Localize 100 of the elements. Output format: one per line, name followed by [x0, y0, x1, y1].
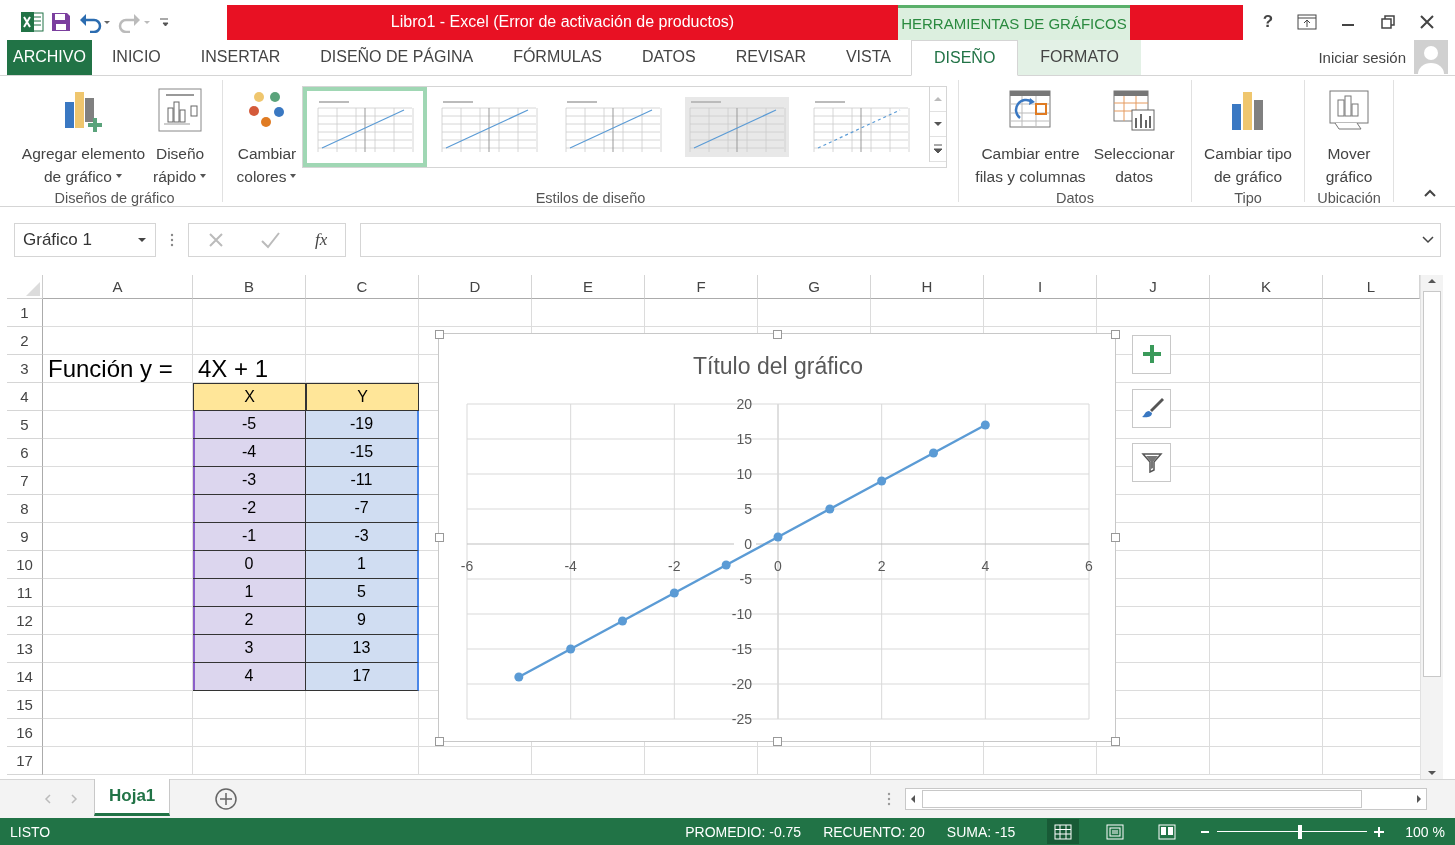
view-button[interactable] [1047, 819, 1080, 844]
help-button[interactable]: ? [1262, 12, 1274, 33]
ribbon-tab[interactable]: FÓRMULAS [493, 39, 623, 75]
chart-styles-button[interactable] [1132, 388, 1171, 428]
scrollbar-thumb[interactable] [1423, 290, 1441, 678]
data-point[interactable] [929, 448, 938, 458]
chart-style-option[interactable] [303, 86, 428, 167]
ribbon-tab[interactable]: FORMATO [1018, 39, 1141, 75]
zoom-in-icon[interactable] [1373, 825, 1386, 838]
avatar-icon[interactable] [1414, 40, 1448, 75]
column-header[interactable]: F [645, 274, 758, 299]
resize-handle[interactable] [1111, 533, 1120, 543]
insert-function-button[interactable]: fx [315, 229, 328, 250]
resize-handle[interactable] [773, 736, 782, 746]
splitter-icon[interactable] [887, 792, 891, 807]
ribbon-button[interactable]: Cambiar tipo de gráfico [1201, 79, 1295, 190]
row-header[interactable]: 10 [7, 550, 43, 579]
row-header[interactable]: 9 [7, 522, 43, 551]
data-point[interactable] [618, 616, 627, 626]
next-sheet-icon[interactable] [68, 793, 80, 806]
ribbon-tab[interactable]: INICIO [91, 39, 181, 75]
chart-elements-button[interactable] [1132, 334, 1171, 374]
data-point[interactable] [980, 420, 990, 430]
row-header[interactable]: 15 [7, 690, 43, 719]
ribbon-tab[interactable]: INSERTAR [180, 39, 301, 75]
ribbon-button[interactable]: Seleccionar datos [1090, 79, 1178, 190]
expand-icon[interactable] [1422, 235, 1434, 244]
sign-in-link[interactable]: Iniciar sesión [1318, 39, 1406, 75]
previous-sheet-icon[interactable] [42, 793, 54, 806]
column-header[interactable]: I [984, 274, 1097, 299]
resize-handle[interactable] [1111, 329, 1120, 339]
column-header[interactable]: K [1210, 274, 1323, 299]
ribbon-button[interactable]: Diseño rápido [150, 79, 211, 190]
row-header[interactable]: 6 [7, 438, 43, 467]
sheet-tab[interactable]: Hoja1 [94, 779, 171, 817]
row-header[interactable]: 12 [7, 606, 43, 635]
resize-handle[interactable] [773, 329, 782, 339]
row-header[interactable]: 1 [7, 298, 43, 327]
column-header[interactable]: C [306, 274, 419, 299]
row-header[interactable]: 4 [7, 382, 43, 411]
add-sheet-icon[interactable] [214, 787, 239, 812]
row-header[interactable]: 17 [7, 746, 43, 775]
row-header[interactable]: 16 [7, 718, 43, 747]
column-header[interactable]: E [532, 274, 645, 299]
column-header[interactable]: J [1097, 274, 1210, 299]
table-cell: 2 [193, 606, 306, 635]
resize-handle[interactable] [435, 329, 444, 339]
close-icon[interactable] [1419, 14, 1436, 31]
data-point[interactable] [877, 476, 887, 486]
zoom-slider[interactable] [1217, 823, 1368, 840]
column-header[interactable]: G [758, 274, 871, 299]
data-point[interactable] [773, 532, 783, 542]
column-header[interactable]: D [419, 274, 532, 299]
excel-logo-icon[interactable] [20, 11, 44, 34]
horizontal-scrollbar[interactable] [905, 788, 1427, 811]
save-icon[interactable] [50, 11, 72, 34]
restore-icon[interactable] [1379, 14, 1396, 31]
row-header[interactable]: 7 [7, 466, 43, 495]
vertical-scrollbar[interactable] [1420, 274, 1443, 780]
ribbon-display-icon[interactable] [1296, 14, 1317, 31]
row-header[interactable]: 8 [7, 494, 43, 523]
axis-tick-label: 2 [877, 557, 886, 574]
row-header[interactable]: 11 [7, 578, 43, 607]
chart-filters-button[interactable] [1132, 442, 1171, 482]
drag-handle-icon[interactable] [170, 232, 174, 247]
data-point[interactable] [566, 644, 576, 654]
column-header[interactable]: B [193, 274, 306, 299]
name-box[interactable]: Gráfico 1 [14, 222, 156, 257]
redo-icon[interactable] [118, 11, 152, 34]
column-header[interactable]: H [871, 274, 984, 299]
row-header[interactable]: 3 [7, 354, 43, 383]
ribbon-button[interactable]: Agregar elemento de gráfico [18, 79, 149, 190]
ribbon-tab[interactable]: VISTA [825, 39, 911, 75]
ribbon-tab[interactable]: ARCHIVO [7, 39, 92, 75]
ribbon-button[interactable]: Cambiar entre filas y columnas [972, 79, 1089, 190]
ribbon-button[interactable]: Cambiar colores [233, 79, 301, 190]
resize-handle[interactable] [1111, 736, 1120, 746]
zoom-level[interactable]: 100 % [1405, 823, 1445, 840]
data-point[interactable] [721, 560, 731, 570]
resize-handle[interactable] [435, 736, 444, 746]
scrollbar-thumb[interactable] [922, 790, 1362, 809]
ribbon-button[interactable]: Mover gráfico [1322, 79, 1376, 190]
cancel-icon[interactable] [206, 230, 225, 249]
column-header[interactable]: A [43, 274, 193, 299]
row-header[interactable]: 5 [7, 410, 43, 439]
data-point[interactable] [825, 504, 835, 514]
data-point[interactable] [669, 588, 679, 598]
ribbon-tab[interactable]: DATOS [622, 39, 716, 75]
check-icon[interactable] [259, 230, 280, 249]
row-header[interactable]: 14 [7, 662, 43, 691]
data-point[interactable] [514, 672, 524, 682]
formula-input[interactable] [360, 222, 1441, 257]
row-header[interactable]: 13 [7, 634, 43, 663]
ribbon-tab[interactable]: DISEÑO [911, 39, 1019, 76]
collapse-ribbon-icon[interactable] [1423, 187, 1437, 198]
ribbon-tab[interactable]: REVISAR [715, 39, 826, 75]
row-header[interactable]: 2 [7, 326, 43, 355]
ribbon-tab[interactable]: DISEÑO DE PÁGINA [300, 39, 494, 75]
table-chart-icon [1112, 87, 1157, 132]
resize-handle[interactable] [435, 533, 444, 543]
